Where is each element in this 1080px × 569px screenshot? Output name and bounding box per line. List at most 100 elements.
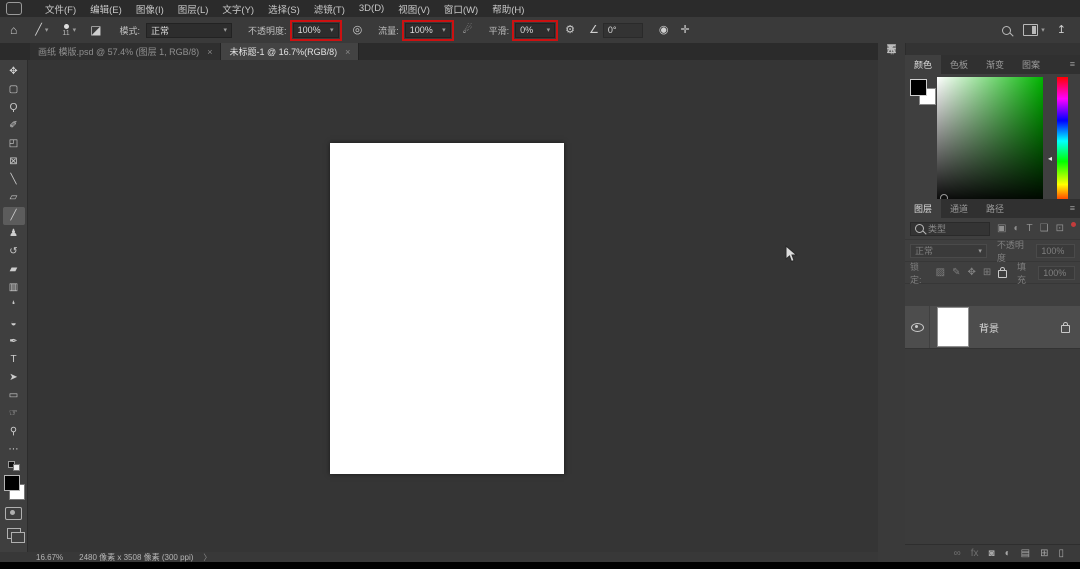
menu-item[interactable]: 图像(I) [129, 2, 171, 16]
hand-tool[interactable]: ☞ [3, 405, 25, 423]
filter-type-layers-icon[interactable]: T [1027, 223, 1033, 234]
menu-item[interactable]: 文字(Y) [215, 2, 261, 16]
dodge-tool[interactable]: ◒ [3, 315, 25, 333]
chevron-down-icon[interactable]: ▾ [73, 26, 77, 34]
filter-pixel-layers-icon[interactable]: ▣ [997, 223, 1006, 234]
smoothing-field[interactable]: 0% ▾ [512, 19, 559, 41]
layer-row-background[interactable]: 背景 [905, 306, 1080, 349]
edit-toolbar-button[interactable]: ⋯ [3, 441, 25, 459]
lock-position-icon[interactable]: ✥ [967, 267, 975, 278]
fill-field[interactable]: 100% [1038, 265, 1076, 280]
zoom-tool[interactable]: ⚲ [3, 423, 25, 441]
panel-menu-icon[interactable]: ≡ [1070, 59, 1075, 69]
blend-mode-select[interactable]: 正常 ▾ [146, 22, 233, 38]
panel-tab[interactable]: 色板 [941, 55, 977, 74]
character-panel-icon[interactable]: A [878, 43, 905, 55]
photoshop-logo-icon[interactable] [6, 2, 22, 15]
chevron-down-icon[interactable]: ▾ [1041, 26, 1045, 34]
panel-tab[interactable]: 图层 [905, 199, 942, 218]
lock-paint-icon[interactable]: ✎ [952, 267, 960, 278]
search-icon[interactable] [1002, 25, 1012, 35]
tab-untitled-1[interactable]: 未标题-1 @ 16.7%(RGB/8) × [221, 43, 360, 60]
toggle-brush-panel-icon[interactable]: ◪ [90, 24, 101, 36]
foreground-color-swatch[interactable] [910, 79, 927, 96]
smoothing-options-gear-icon[interactable]: ⚙ [565, 24, 575, 36]
filter-smart-objects-icon[interactable]: ⊡ [1056, 223, 1064, 234]
brush-preset-icon[interactable]: ╱ [35, 24, 42, 36]
workspace-switcher-icon[interactable] [1023, 24, 1039, 36]
flow-field[interactable]: 100% ▾ [401, 19, 454, 41]
layer-filter-select[interactable]: 类型 [910, 221, 990, 236]
filter-adjustment-layers-icon[interactable]: ◐ [1013, 223, 1019, 234]
lock-artboard-icon[interactable]: ⊞ [983, 267, 991, 278]
panel-tab[interactable]: 渐变 [977, 55, 1013, 74]
blur-tool[interactable]: ❛ [3, 297, 25, 315]
layer-blend-mode-select[interactable]: 正常 ▾ [910, 243, 987, 258]
add-layer-mask-icon[interactable]: ◙ [989, 548, 995, 559]
symmetry-icon[interactable]: ✛ [680, 24, 689, 36]
default-colors-icon[interactable] [7, 461, 20, 471]
hue-slider[interactable] [1057, 77, 1068, 205]
status-chevron-icon[interactable]: 〉 [203, 552, 211, 563]
frame-tool[interactable]: ⊠ [3, 153, 25, 171]
hue-slider-arrow-icon[interactable]: ◂ [1048, 155, 1052, 163]
quick-mask-mode-icon[interactable] [5, 507, 22, 520]
home-icon[interactable]: ⌂ [10, 24, 17, 36]
rectangle-tool[interactable]: ▭ [3, 387, 25, 405]
menu-item[interactable]: 窗口(W) [437, 2, 485, 16]
filter-toggle-icon[interactable] [1071, 222, 1076, 227]
close-icon[interactable]: × [345, 47, 350, 57]
saturation-brightness-field[interactable] [937, 77, 1043, 205]
opacity-field[interactable]: 100% ▾ [289, 19, 342, 41]
pressure-opacity-icon[interactable]: ◎ [353, 24, 363, 36]
new-group-icon[interactable]: ▤ [1021, 548, 1030, 559]
brush-size-preview[interactable]: 11 [62, 23, 70, 37]
share-icon[interactable]: ↥ [1057, 24, 1066, 36]
panel-tab[interactable]: 图案 [1013, 55, 1049, 74]
layer-opacity-field[interactable]: 100% [1036, 243, 1075, 258]
layer-style-icon[interactable]: fx [971, 548, 979, 559]
move-tool[interactable]: ✥ [3, 63, 25, 81]
panel-tab[interactable]: 颜色 [905, 55, 942, 74]
link-layers-icon[interactable]: ∞ [954, 548, 961, 559]
close-icon[interactable]: × [207, 47, 212, 57]
layer-thumbnail[interactable] [937, 307, 969, 347]
chevron-down-icon[interactable]: ▾ [45, 26, 49, 34]
lasso-tool[interactable]: Ϙ [3, 99, 25, 117]
menu-item[interactable]: 文件(F) [38, 2, 83, 16]
brush-tool[interactable]: ╱ [2, 207, 25, 225]
path-selection-tool[interactable]: ➤ [3, 369, 25, 387]
healing-brush-tool[interactable]: ▱ [3, 189, 25, 207]
menu-item[interactable]: 选择(S) [261, 2, 307, 16]
visibility-cell[interactable] [905, 306, 930, 348]
menu-item[interactable]: 3D(D) [352, 3, 391, 14]
panel-tab[interactable]: 通道 [941, 199, 977, 218]
lock-transparency-icon[interactable]: ▨ [936, 267, 945, 278]
eraser-tool[interactable]: ▰ [3, 261, 25, 279]
zoom-level-field[interactable]: 16.67% [36, 553, 63, 562]
brush-angle-field[interactable]: 0° [602, 22, 643, 38]
document-info[interactable]: 2480 像素 x 3508 像素 (300 ppi) [79, 552, 193, 563]
lock-all-icon[interactable] [998, 267, 1007, 278]
pen-tool[interactable]: ✒ [3, 333, 25, 351]
menu-item[interactable]: 图层(L) [171, 2, 216, 16]
tab-huazhi-moban[interactable]: 画纸 模版.psd @ 57.4% (图层 1, RGB/8) × [30, 43, 222, 60]
crop-tool[interactable]: ◰ [3, 135, 25, 153]
delete-layer-icon[interactable]: ▯ [1058, 548, 1064, 559]
pressure-size-icon[interactable]: ◉ [659, 24, 669, 36]
clone-stamp-tool[interactable]: ♟ [3, 225, 25, 243]
screen-mode-icon[interactable] [6, 528, 25, 543]
new-layer-icon[interactable]: ⊞ [1040, 548, 1048, 559]
menu-item[interactable]: 视图(V) [391, 2, 437, 16]
menu-item[interactable]: 滤镜(T) [307, 2, 352, 16]
quick-selection-tool[interactable]: ✐ [3, 117, 25, 135]
airbrush-icon[interactable]: ☄ [463, 24, 473, 36]
eyedropper-tool[interactable]: ╲ [3, 171, 25, 189]
menu-item[interactable]: 帮助(H) [485, 2, 531, 16]
filter-shape-layers-icon[interactable]: ❑ [1040, 223, 1049, 234]
menu-item[interactable]: 编辑(E) [83, 2, 129, 16]
gradient-tool[interactable]: ▥ [3, 279, 25, 297]
type-tool[interactable]: T [3, 351, 25, 369]
panel-tab[interactable]: 路径 [977, 199, 1013, 218]
layer-name[interactable]: 背景 [979, 320, 999, 335]
